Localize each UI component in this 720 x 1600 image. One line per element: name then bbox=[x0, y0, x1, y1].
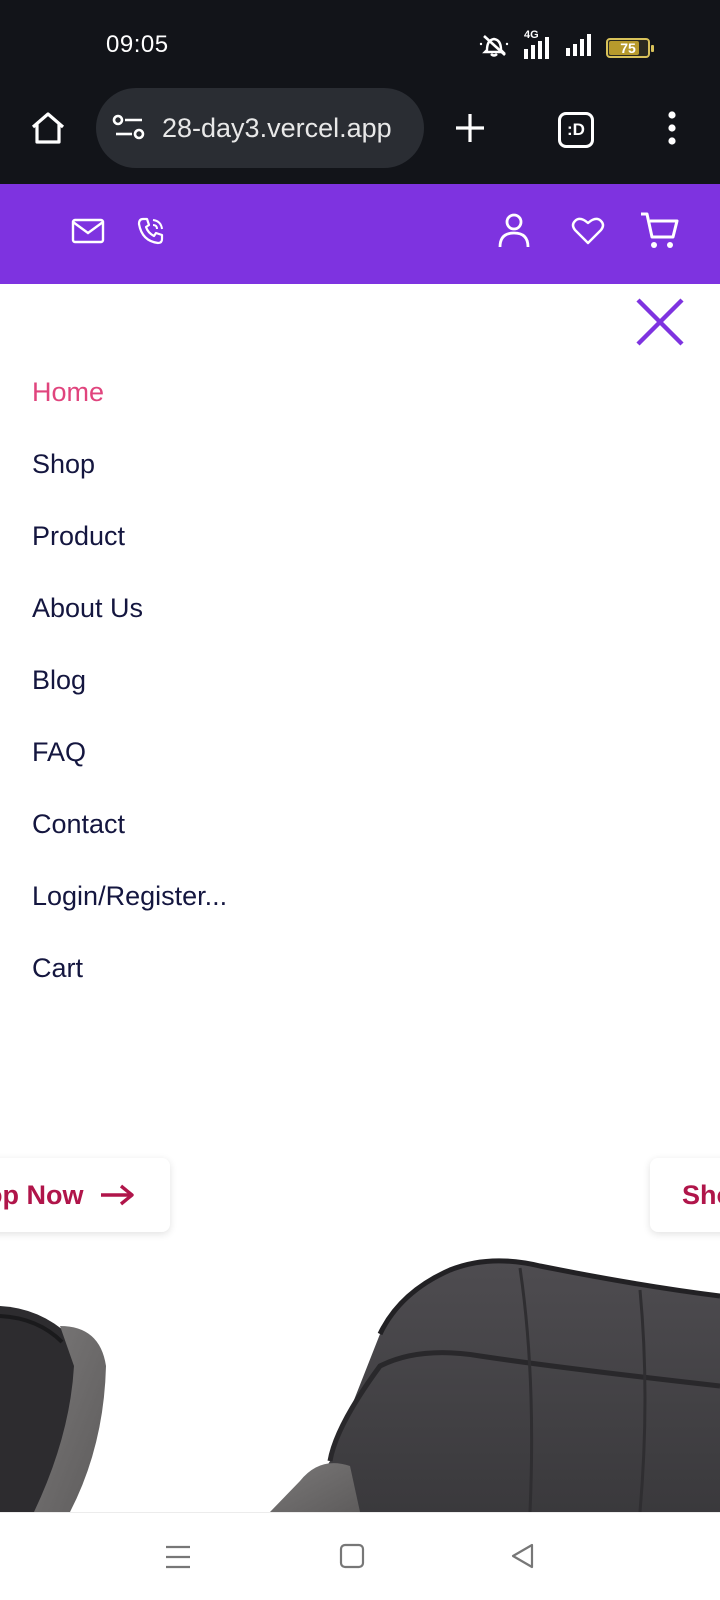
nav-item-contact[interactable]: Contact bbox=[32, 804, 227, 876]
close-menu-button[interactable] bbox=[634, 296, 686, 348]
signal-icon bbox=[564, 34, 594, 61]
browser-toolbar: 28-day3.vercel.app :D bbox=[0, 86, 720, 184]
nav-item-cart[interactable]: Cart bbox=[32, 948, 227, 1020]
site-settings-icon[interactable] bbox=[112, 112, 146, 149]
more-icon[interactable] bbox=[654, 106, 690, 150]
tab-switcher-icon[interactable]: :D bbox=[554, 108, 598, 152]
tab-count: :D bbox=[558, 112, 594, 148]
android-nav-bar bbox=[0, 1512, 720, 1600]
status-icons: 4G 75 bbox=[478, 29, 654, 63]
address-bar[interactable]: 28-day3.vercel.app bbox=[96, 88, 424, 168]
nav-item-faq[interactable]: FAQ bbox=[32, 732, 227, 804]
nav-item-blog[interactable]: Blog bbox=[32, 660, 227, 732]
mail-icon[interactable] bbox=[70, 216, 106, 246]
nav-item-login-register[interactable]: Login/Register... bbox=[32, 876, 227, 948]
close-icon bbox=[636, 298, 684, 346]
phone-icon[interactable] bbox=[134, 214, 168, 248]
home-square-icon[interactable] bbox=[338, 1542, 366, 1575]
nav-item-product[interactable]: Product bbox=[32, 516, 227, 588]
battery-level: 75 bbox=[620, 39, 636, 56]
status-bar: 09:05 4G 75 bbox=[0, 0, 720, 86]
nav-item-about-us[interactable]: About Us bbox=[32, 588, 227, 660]
shop-now-label-next: Sho bbox=[682, 1179, 720, 1210]
cart-icon[interactable] bbox=[638, 208, 682, 252]
back-icon[interactable] bbox=[508, 1541, 536, 1576]
nav-item-home[interactable]: Home bbox=[32, 372, 227, 444]
new-tab-icon[interactable] bbox=[448, 106, 492, 150]
arrow-right-icon bbox=[99, 1183, 135, 1207]
signal-4g-icon: 4G bbox=[522, 29, 552, 59]
mute-icon bbox=[478, 32, 510, 63]
mobile-nav-menu: Home Shop Product About Us Blog FAQ Cont… bbox=[32, 372, 227, 1020]
site-topbar bbox=[0, 184, 720, 284]
battery-icon: 75 bbox=[606, 37, 654, 58]
network-type-label: 4G bbox=[524, 28, 539, 41]
shop-now-label: op Now bbox=[0, 1179, 84, 1210]
home-icon[interactable] bbox=[26, 106, 70, 150]
shop-now-button[interactable]: op Now bbox=[0, 1158, 170, 1232]
url-text[interactable]: 28-day3.vercel.app bbox=[162, 113, 412, 144]
user-icon[interactable] bbox=[496, 210, 532, 250]
status-time: 09:05 bbox=[106, 31, 169, 58]
shop-now-button-next[interactable]: Sho bbox=[650, 1158, 720, 1232]
hero-product-image bbox=[0, 1256, 720, 1512]
recents-icon[interactable] bbox=[164, 1543, 192, 1576]
nav-item-shop[interactable]: Shop bbox=[32, 444, 227, 516]
heart-icon[interactable] bbox=[570, 214, 606, 248]
